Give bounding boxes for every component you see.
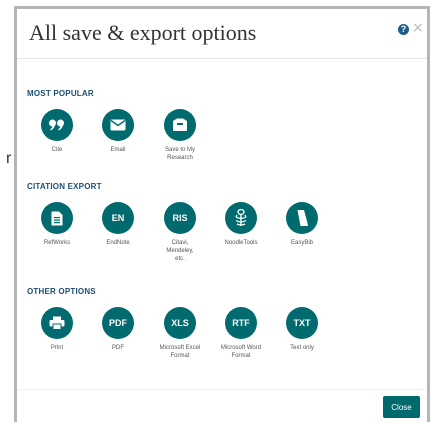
noodletools-icon	[225, 202, 257, 234]
option-label: RefWorks	[43, 240, 71, 246]
option-word[interactable]: RTF Microsoft Word Format	[211, 307, 271, 360]
xls-icon: XLS	[164, 307, 196, 339]
option-ris[interactable]: RIS Citavi, Mendeley, etc.	[150, 202, 210, 263]
option-text-only[interactable]: TXT Text only	[272, 307, 332, 352]
option-easybib[interactable]: EasyBib	[272, 202, 332, 247]
modal-title: All save & export options	[29, 20, 257, 45]
footer-divider	[17, 389, 427, 390]
option-label: PDF	[112, 345, 124, 351]
close-icon[interactable]: ×	[412, 20, 424, 36]
folder-icon	[164, 109, 196, 141]
document-icon	[41, 202, 73, 234]
help-icon[interactable]: ?	[398, 24, 409, 35]
option-label: NoodleTools	[224, 240, 258, 246]
option-endnote[interactable]: EN EndNote	[88, 202, 148, 247]
option-print[interactable]: Print	[27, 307, 87, 352]
background-page	[0, 0, 14, 424]
easybib-icon	[286, 202, 318, 234]
section-title-most-popular: MOST POPULAR	[27, 89, 94, 98]
endnote-icon: EN	[102, 202, 134, 234]
pdf-icon: PDF	[102, 307, 134, 339]
rtf-icon: RTF	[225, 307, 257, 339]
option-label: Email	[110, 147, 126, 153]
option-email[interactable]: Email	[88, 109, 148, 154]
option-label: Text only	[290, 345, 314, 351]
ris-icon: RIS	[164, 202, 196, 234]
close-button[interactable]: Close	[383, 396, 420, 418]
section-title-other-options: OTHER OPTIONS	[27, 287, 96, 296]
option-save-to-my-research[interactable]: Save to My Research	[150, 109, 210, 162]
option-label: EasyBib	[290, 240, 313, 246]
option-label: EndNote	[106, 240, 130, 246]
printer-icon	[41, 307, 73, 339]
option-label: Save to My Research	[164, 147, 195, 161]
option-excel[interactable]: XLS Microsoft Excel Format	[150, 307, 210, 360]
option-label: Print	[50, 345, 64, 351]
option-label: Citavi, Mendeley, etc.	[166, 240, 194, 262]
modal-header: All save & export options ? ×	[17, 9, 427, 59]
option-cite[interactable]: Cite	[27, 109, 87, 154]
save-export-modal: All save & export options ? × MOST POPUL…	[14, 6, 430, 422]
quote-icon	[41, 109, 73, 141]
envelope-icon	[102, 109, 134, 141]
section-title-citation-export: CITATION EXPORT	[27, 182, 102, 191]
txt-icon: TXT	[286, 307, 318, 339]
option-label: Microsoft Excel Format	[159, 345, 201, 359]
option-label: Microsoft Word Format	[220, 345, 262, 359]
option-label: Cite	[51, 147, 63, 153]
option-refworks[interactable]: RefWorks	[27, 202, 87, 247]
option-pdf[interactable]: PDF PDF	[88, 307, 148, 352]
option-noodletools[interactable]: NoodleTools	[211, 202, 271, 247]
